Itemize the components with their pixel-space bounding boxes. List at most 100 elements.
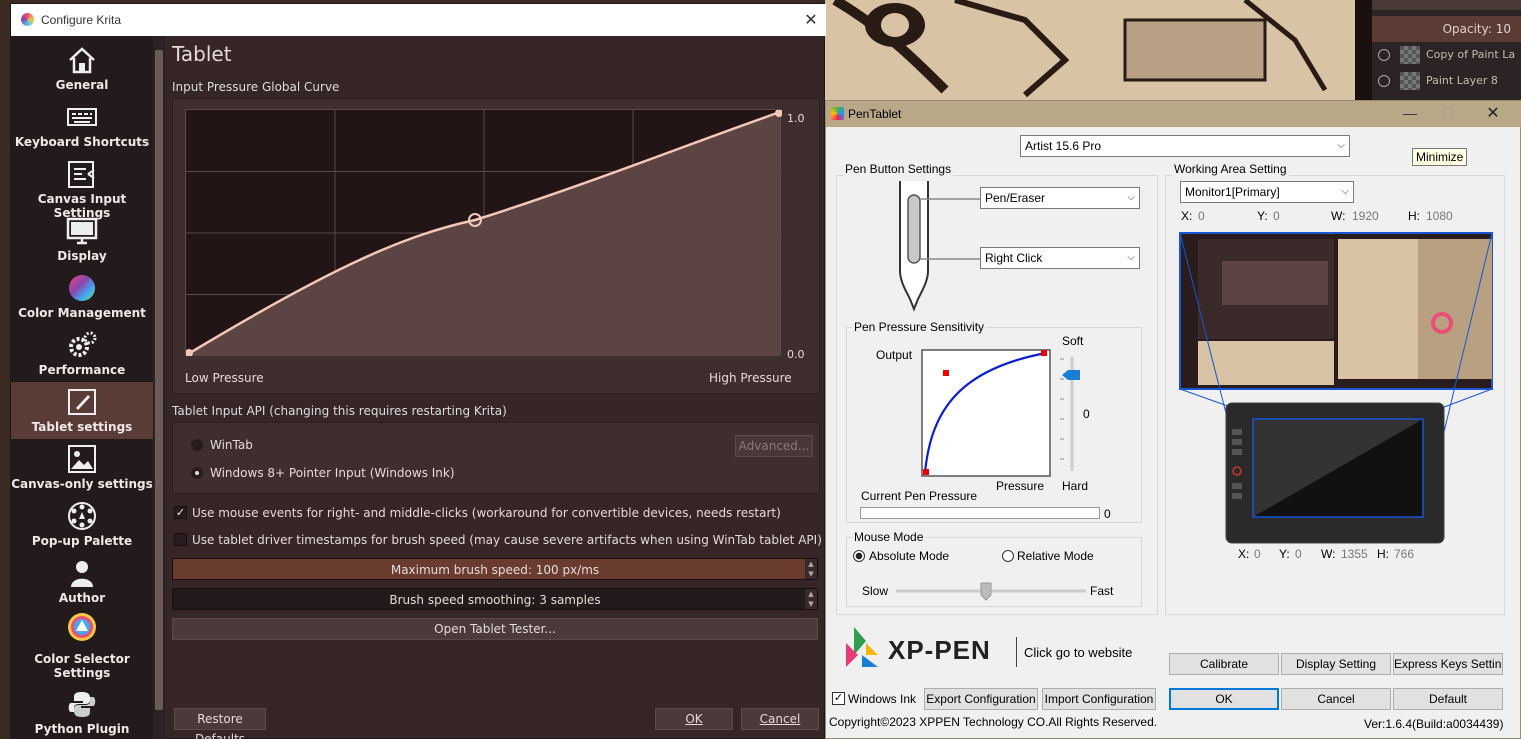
palette-icon [66,502,98,530]
display-setting-button[interactable]: Display Setting [1281,653,1391,675]
sidebar-item-display[interactable]: Display [11,211,153,268]
brand-logo: XP-PEN [888,635,991,665]
default-button[interactable]: Default [1393,688,1503,710]
sidebar-item-canvas-only-settings[interactable]: Canvas-only settings [11,439,153,496]
working-area-label: Working Area Setting [1172,162,1289,176]
windows-ink-label: Windows Ink [848,692,917,706]
soft-label: Soft [1062,334,1084,348]
xp-pen-logo-icon [846,627,878,667]
curve-endpoint[interactable] [185,349,193,357]
minimize-icon[interactable]: — [1400,105,1420,123]
sidebar-item-popup-palette[interactable]: Pop-up Palette [11,496,153,553]
page-title: Tablet [172,42,232,66]
monitor-select[interactable]: Monitor1[Primary] ⌵ [1180,181,1354,203]
configure-krita-dialog: Configure Krita ✕ General Keyboard Short… [10,3,826,739]
website-link[interactable]: Click go to website [1024,645,1132,660]
relative-mode-radio[interactable] [1002,550,1014,562]
export-configuration-button[interactable]: Export Configuration [924,688,1038,710]
image-icon [66,445,98,473]
color-wheel-icon [66,274,98,302]
opacity-slider[interactable]: Opacity: 10 [1372,16,1521,42]
person-icon [66,559,98,587]
timestamps-checkbox[interactable] [174,533,187,546]
sidebar-item-python-plugin[interactable]: Python Plugin [11,684,153,739]
tab-y-label: Y: [1279,547,1290,561]
window-title: Configure Krita [41,13,122,27]
tablet-settings-panel: Tablet Input Pressure Global Curve 1.0 0… [166,36,826,739]
timestamps-label: Use tablet driver timestamps for brush s… [192,533,822,547]
calibrate-button[interactable]: Calibrate [1169,653,1279,675]
hard-label: Hard [1062,479,1089,493]
windows-ink-checkbox[interactable]: ✓ [832,692,845,705]
mon-y-label: Y: [1257,209,1268,223]
tablet-api-label: Tablet Input API (changing this requires… [172,404,507,418]
pressure-label: Pressure [996,479,1045,493]
sidebar-item-performance[interactable]: Performance [11,325,153,382]
device-select[interactable]: Artist 15.6 Pro ⌵ [1020,135,1350,157]
mon-h-value: 1080 [1426,209,1453,223]
max-brush-speed-slider[interactable]: Maximum brush speed: 100 px/ms ▲ ▼ [172,558,818,580]
pressure-curve-box: 1.0 0.0 Low Pressure High Pressure [172,98,820,394]
mouse-speed-slider[interactable] [894,579,1088,601]
express-keys-button[interactable]: Express Keys Setting [1393,653,1503,675]
settings-sidebar: General Keyboard Shortcuts Canvas Input … [11,36,153,739]
pointer-input-radio[interactable] [191,467,203,479]
sidebar-item-general[interactable]: General [11,40,153,97]
pressure-curve-editor[interactable] [185,109,783,357]
cancel-button[interactable]: Cancel [1281,688,1391,710]
close-icon[interactable]: ✕ [801,10,821,30]
sensitivity-value: 0 [1083,407,1090,421]
relative-mode-label: Relative Mode [1017,549,1094,563]
ok-button[interactable]: OK [655,708,733,730]
working-area-preview[interactable] [1178,231,1496,545]
sidebar-item-canvas-input-settings[interactable]: Canvas Input Settings [11,154,153,220]
sidebar-item-color-management[interactable]: Color Management [11,268,153,325]
eye-icon[interactable] [1378,49,1390,61]
copyright-text: Copyright©2023 XPPEN Technology CO.All R… [829,715,1158,729]
home-icon [66,46,98,74]
pressure-sensitivity-label: Pen Pressure Sensitivity [852,320,987,334]
minimize-tooltip: Minimize [1412,148,1468,166]
tab-x-value: 0 [1254,547,1261,561]
sensitivity-slider[interactable] [1060,355,1084,473]
chevron-down-icon: ⌵ [1127,192,1135,203]
version-text: Ver:1.6.4(Build:a0034439) [1364,717,1504,731]
layer-row[interactable]: Paint Layer 8 [1372,68,1521,94]
restore-defaults-button[interactable]: Restore Defaults [174,708,266,739]
advanced-button[interactable]: Advanced... [735,435,813,457]
spin-arrows-icon[interactable]: ▲ ▼ [805,559,817,579]
slow-label: Slow [862,584,889,598]
sidebar-item-tablet-settings[interactable]: Tablet settings [11,382,153,439]
layer-row[interactable]: Copy of Paint La [1372,42,1521,68]
brush-speed-smoothing-slider[interactable]: Brush speed smoothing: 3 samples ▲ ▼ [172,588,818,610]
layers-panel: Opacity: 10 Copy of Paint La Paint Layer… [1372,0,1521,100]
sidebar-item-keyboard-shortcuts[interactable]: Keyboard Shortcuts [11,97,153,154]
wintab-radio[interactable] [191,439,203,451]
ok-button[interactable]: OK [1169,688,1279,710]
sidebar-item-author[interactable]: Author [11,553,153,610]
gears-icon [66,331,98,359]
pressure-curve-graph[interactable] [921,349,1051,477]
cancel-button[interactable]: Cancel [741,708,819,730]
close-icon[interactable]: ✕ [1482,103,1504,123]
curve-control-point[interactable] [943,370,949,376]
lower-button-select[interactable]: Right Click ⌵ [980,247,1140,269]
high-pressure-label: High Pressure [709,371,792,385]
open-tablet-tester-button[interactable]: Open Tablet Tester... [172,618,818,640]
mouse-mode-label: Mouse Mode [852,530,926,544]
max-brush-speed-value: Maximum brush speed: 100 px/ms [390,563,600,577]
mouse-events-checkbox[interactable]: ✓ [174,506,187,519]
upper-button-select[interactable]: Pen/Eraser ⌵ [980,187,1140,209]
mon-y-value: 0 [1273,209,1280,223]
maximize-icon[interactable]: ☐ [1438,105,1458,123]
import-configuration-button[interactable]: Import Configuration [1042,688,1156,710]
sidebar-scrollbar-thumb[interactable] [155,50,163,710]
eye-icon[interactable] [1378,75,1390,87]
layer-name: Copy of Paint La [1426,48,1516,61]
sidebar-item-color-selector-settings[interactable]: Color Selector Settings [11,610,153,682]
spin-arrows-icon[interactable]: ▲ ▼ [805,589,817,609]
wintab-label: WinTab [210,438,253,452]
absolute-mode-radio[interactable] [853,550,865,562]
python-icon [66,690,98,718]
mouse-events-label: Use mouse events for right- and middle-c… [192,506,781,520]
